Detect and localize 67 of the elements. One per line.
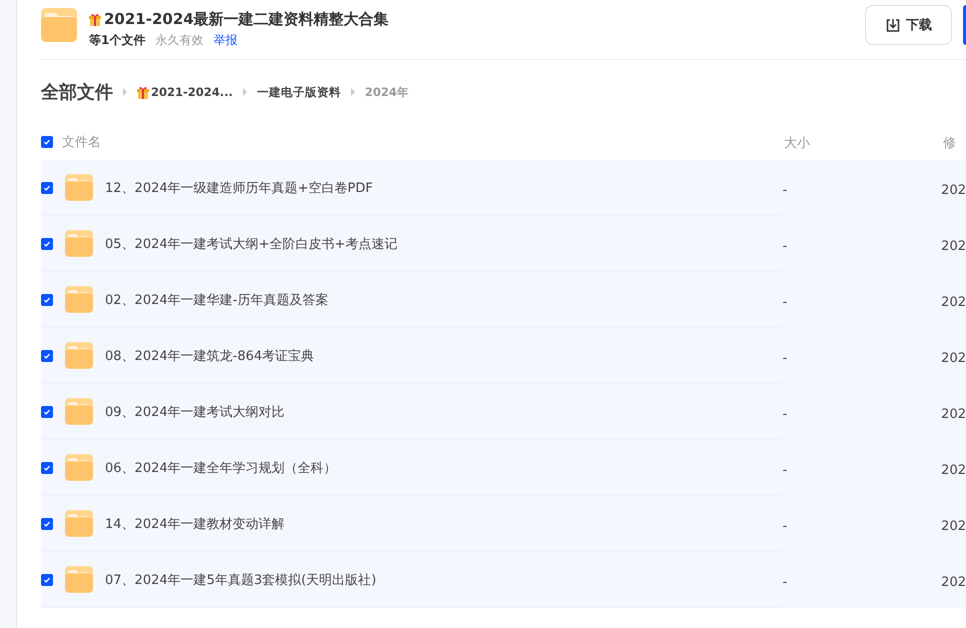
- report-link[interactable]: 举报: [213, 32, 238, 49]
- checkbox[interactable]: [41, 462, 53, 474]
- column-header: 修: [943, 136, 956, 151]
- checkbox[interactable]: [41, 294, 53, 306]
- action-button[interactable]: [963, 4, 966, 44]
- file-name: 07、2024年一建5年真题3套模拟(天明出版社): [105, 572, 376, 588]
- folder-icon: [65, 398, 93, 425]
- folder-icon: [65, 510, 93, 537]
- chevron-icon: [350, 88, 355, 96]
- checkbox[interactable]: [41, 518, 53, 530]
- modified-date: 202: [941, 462, 966, 478]
- file-row[interactable]: 05、2024年一建考试大纲+全阶白皮书+考点速记 - 202: [41, 216, 966, 272]
- checkbox[interactable]: [41, 182, 53, 194]
- share-title: 2021-2024最新一建二建资料精整大合集: [104, 10, 389, 29]
- file-size: -: [782, 182, 788, 198]
- file-count: 等1个文件: [89, 32, 146, 49]
- breadcrumb-item[interactable]: 2021-2024...: [137, 85, 233, 99]
- modified-date: 202: [941, 350, 966, 366]
- breadcrumb-root[interactable]: 全部文件: [41, 80, 113, 104]
- file-name: 09、2024年一建考试大纲对比: [105, 404, 285, 420]
- breadcrumb-item[interactable]: 一建电子版资料: [256, 84, 341, 100]
- modified-date: 202: [941, 238, 966, 254]
- chevron-icon: [242, 88, 247, 96]
- checkbox[interactable]: [41, 238, 53, 250]
- file-size: -: [782, 406, 788, 422]
- checkbox[interactable]: [41, 350, 53, 362]
- folder-icon: [65, 342, 93, 369]
- modified-date: 202: [941, 182, 966, 198]
- file-row[interactable]: 02、2024年一建华建-历年真题及答案 - 202: [41, 272, 966, 328]
- file-row[interactable]: 14、2024年一建教材变动详解 - 202: [41, 496, 966, 552]
- checkbox[interactable]: [41, 136, 53, 148]
- download-button[interactable]: 下载: [865, 4, 952, 44]
- modified-date: 202: [941, 518, 966, 534]
- validity-text: 永久有效: [155, 32, 204, 49]
- checkbox[interactable]: [41, 406, 53, 418]
- file-name: 12、2024年一级建造师历年真题+空白卷PDF: [105, 180, 373, 196]
- file-name: 02、2024年一建华建-历年真题及答案: [105, 292, 328, 308]
- file-row[interactable]: 09、2024年一建考试大纲对比 - 202: [41, 384, 966, 440]
- folder-icon: [41, 8, 77, 42]
- file-name: 08、2024年一建筑龙-864考证宝典: [105, 348, 314, 364]
- file-row[interactable]: 07、2024年一建5年真题3套模拟(天明出版社) - 202: [41, 552, 966, 608]
- file-size: -: [782, 238, 788, 254]
- file-size: -: [782, 350, 788, 366]
- download-icon: [885, 16, 901, 32]
- column-header: 文件名: [62, 134, 101, 151]
- file-size: -: [782, 462, 788, 478]
- modified-date: 202: [941, 406, 966, 422]
- file-row[interactable]: 12、2024年一级建造师历年真题+空白卷PDF - 202: [41, 160, 966, 216]
- folder-icon: [65, 174, 93, 201]
- file-row[interactable]: 08、2024年一建筑龙-864考证宝典 - 202: [41, 328, 966, 384]
- file-size: -: [782, 574, 788, 590]
- file-row[interactable]: 06、2024年一建全年学习规划（全科） - 202: [41, 440, 966, 496]
- modified-date: 202: [941, 294, 966, 310]
- folder-icon: [65, 454, 93, 481]
- modified-date: 202: [941, 574, 966, 590]
- file-name: 14、2024年一建教材变动详解: [105, 516, 285, 532]
- file-size: -: [782, 518, 788, 534]
- folder-icon: [65, 286, 93, 313]
- chevron-icon: [123, 88, 127, 96]
- file-size: -: [782, 294, 788, 310]
- file-name: 06、2024年一建全年学习规划（全科）: [105, 460, 337, 476]
- folder-icon: [65, 230, 93, 257]
- file-name: 05、2024年一建考试大纲+全阶白皮书+考点速记: [105, 236, 398, 252]
- gift-icon: [89, 13, 101, 26]
- column-header: 大小: [784, 136, 810, 151]
- checkbox[interactable]: [41, 574, 53, 586]
- folder-icon: [65, 566, 93, 593]
